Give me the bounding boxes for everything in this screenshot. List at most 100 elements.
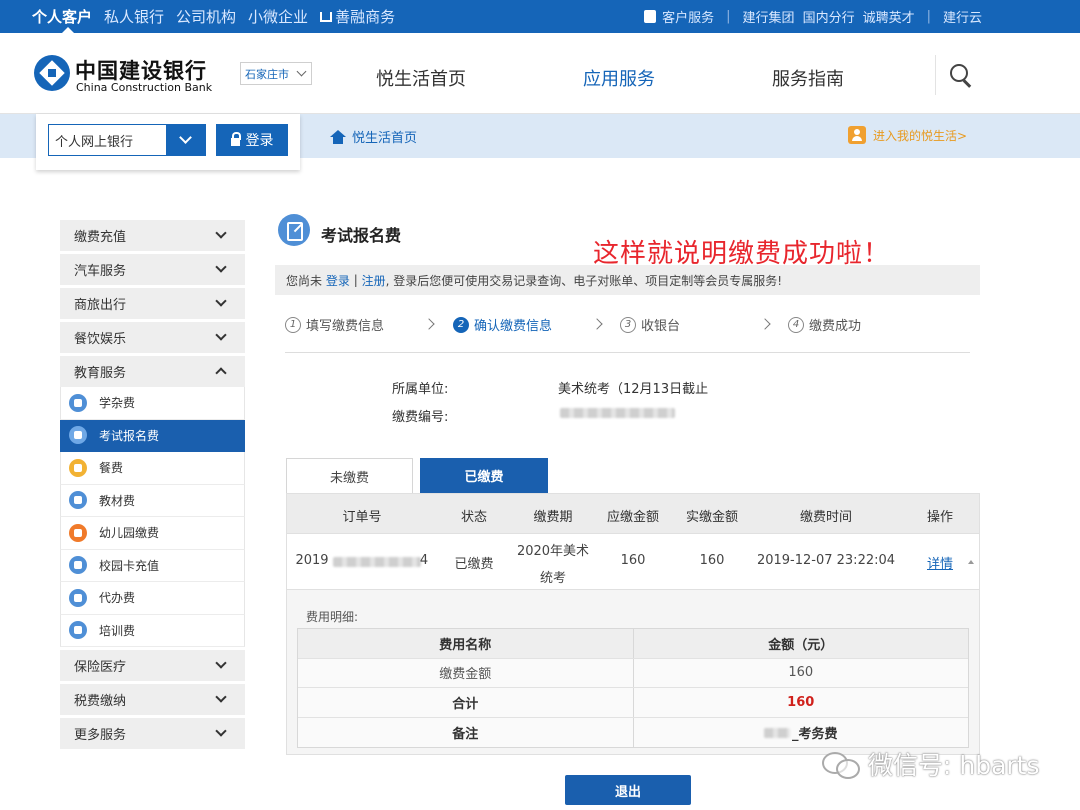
top-links: 客户服务 | 建行集团 国内分行 诚聘英才 | 建行云 xyxy=(644,0,982,33)
sidebar-item-tuition[interactable]: 学杂费 xyxy=(60,387,245,420)
link-customer-service[interactable]: 客户服务 xyxy=(662,7,714,26)
sidebar-item-meal-fee[interactable]: 餐费 xyxy=(60,452,245,485)
tab-paid[interactable]: 已缴费 xyxy=(420,458,548,493)
sidebar-item-exam-fee[interactable]: 考试报名费 xyxy=(60,419,245,452)
divider xyxy=(935,55,936,95)
chevron-down-icon xyxy=(215,725,227,737)
notice-register-link[interactable]: 注册 xyxy=(362,272,386,289)
education-submenu: 学杂费 考试报名费 餐费 教材费 幼儿园缴费 校园卡充值 代办费 培训费 xyxy=(60,387,245,647)
nav-home[interactable]: 悦生活首页 xyxy=(376,65,466,91)
payment-number-label: 缴费编号: xyxy=(392,410,449,425)
login-notice: 您尚未 登录 | 注册, 登录后您便可使用交易记录查询、电子对账单、项目定制等会… xyxy=(275,265,980,295)
status-cell: 已缴费 xyxy=(454,557,494,572)
ccb-logo-icon[interactable] xyxy=(34,55,70,91)
chevron-up-icon xyxy=(215,367,227,379)
step-3: 3 收银台 xyxy=(620,315,680,334)
nav-services[interactable]: 应用服务 xyxy=(583,65,655,91)
enter-my-life-link[interactable]: 进入我的悦生活> xyxy=(848,126,967,144)
robot-icon xyxy=(644,10,657,23)
sidebar-cat-education[interactable]: 教育服务 xyxy=(60,356,245,387)
time-cell: 2019-12-07 23:22:04 xyxy=(756,553,896,568)
col-action: 操作 xyxy=(926,510,954,525)
total-amount: 160 xyxy=(633,688,968,717)
detail-col-amount: 金额（元） xyxy=(633,629,968,658)
notice-login-link[interactable]: 登录 xyxy=(326,272,350,289)
login-type-select[interactable]: 个人网上银行 xyxy=(48,124,206,156)
search-icon[interactable] xyxy=(950,64,970,84)
channel-shanrong[interactable]: 善融商务 xyxy=(320,6,395,27)
login-button[interactable]: 登录 xyxy=(216,124,288,156)
period-line-2: 统考 xyxy=(539,571,567,586)
sidebar-cat-insurance[interactable]: 保险医疗 xyxy=(60,650,245,681)
detail-header-row: 费用名称 金额（元） xyxy=(298,629,968,659)
col-order-no: 订单号 xyxy=(342,510,382,525)
total-label: 合计 xyxy=(298,688,634,717)
sidebar-cat-auto[interactable]: 汽车服务 xyxy=(60,254,245,285)
chevron-down-icon xyxy=(215,227,227,239)
cart-icon xyxy=(320,12,333,22)
meal-icon xyxy=(69,458,87,477)
header: 中国建设银行 China Construction Bank 石家庄市 悦生活首… xyxy=(0,33,1080,114)
link-cloud[interactable]: 建行云 xyxy=(943,7,982,26)
detail-col-name: 费用名称 xyxy=(298,629,634,658)
book-icon xyxy=(69,621,87,640)
tuition-icon xyxy=(69,393,87,412)
chevron-down-icon xyxy=(215,329,227,341)
chevron-right-icon xyxy=(423,318,435,330)
sidebar-item-training-fee[interactable]: 培训费 xyxy=(60,614,245,647)
due-cell: 160 xyxy=(620,553,646,568)
chevron-down-icon xyxy=(215,295,227,307)
exam-fee-icon xyxy=(278,214,310,246)
sidebar-cat-tax[interactable]: 税费缴纳 xyxy=(60,684,245,715)
unit-value: 美术统考（12月13日截止 xyxy=(558,382,709,397)
details-link[interactable]: 详情 xyxy=(927,553,953,572)
tab-unpaid[interactable]: 未缴费 xyxy=(286,458,413,493)
wechat-icon xyxy=(820,750,860,779)
detail-remark-row: 备注 _考务费 xyxy=(298,717,968,747)
city-selector[interactable]: 石家庄市 xyxy=(240,62,312,85)
logo-text-en: China Construction Bank xyxy=(76,81,213,94)
col-paid: 实缴金额 xyxy=(685,510,739,525)
detail-total-row: 合计 160 xyxy=(298,688,968,718)
unit-label: 所属单位: xyxy=(392,382,449,397)
chevron-right-icon xyxy=(759,318,771,330)
link-group[interactable]: 建行集团 xyxy=(743,7,795,26)
collapse-arrow-icon[interactable] xyxy=(968,560,974,564)
page-title: 考试报名费 xyxy=(321,226,402,245)
redacted-payment-number xyxy=(560,408,675,418)
sidebar-item-agency-fee[interactable]: 代办费 xyxy=(60,582,245,615)
kindergarten-icon xyxy=(69,523,87,542)
agency-icon xyxy=(69,588,87,607)
channel-private[interactable]: 私人银行 xyxy=(104,6,164,27)
col-status: 状态 xyxy=(460,510,488,525)
col-period: 缴费期 xyxy=(533,510,573,525)
redacted-remark xyxy=(763,728,790,739)
exit-button[interactable]: 退出 xyxy=(565,775,691,805)
channel-corporate[interactable]: 公司机构 xyxy=(176,6,236,27)
table-row: 2019 4 已缴费 2020年美术 统考 160 160 2019-12-07… xyxy=(287,534,979,590)
chevron-down-icon xyxy=(215,261,227,273)
sidebar-item-campus-card[interactable]: 校园卡充值 xyxy=(60,549,245,582)
order-no-suffix: 4 xyxy=(419,553,429,568)
step-4: 4 缴费成功 xyxy=(788,315,861,334)
nav-guide[interactable]: 服务指南 xyxy=(772,65,844,91)
sidebar-cat-recharge[interactable]: 缴费充值 xyxy=(60,220,245,251)
channel-personal[interactable]: 个人客户 xyxy=(32,6,92,27)
detail-row: 缴费金额 160 xyxy=(298,658,968,688)
sidebar-cat-travel[interactable]: 商旅出行 xyxy=(60,288,245,319)
sidebar-cat-dining[interactable]: 餐饮娱乐 xyxy=(60,322,245,353)
col-due: 应缴金额 xyxy=(606,510,660,525)
link-branches[interactable]: 国内分行 xyxy=(803,7,855,26)
breadcrumb-home[interactable]: 悦生活首页 xyxy=(330,127,417,146)
textbook-icon xyxy=(69,491,87,510)
link-careers[interactable]: 诚聘英才 xyxy=(863,7,915,26)
user-icon xyxy=(848,126,866,144)
sidebar-cat-more[interactable]: 更多服务 xyxy=(60,718,245,749)
chevron-down-icon[interactable] xyxy=(166,124,206,156)
sidebar-item-textbook-fee[interactable]: 教材费 xyxy=(60,484,245,517)
sidebar-item-kindergarten[interactable]: 幼儿园缴费 xyxy=(60,517,245,550)
chevron-down-icon xyxy=(215,657,227,669)
wechat-watermark: 微信号: hbarts xyxy=(820,746,1040,782)
channel-small-business[interactable]: 小微企业 xyxy=(248,6,308,27)
period-line-1: 2020年美术 xyxy=(516,544,590,559)
